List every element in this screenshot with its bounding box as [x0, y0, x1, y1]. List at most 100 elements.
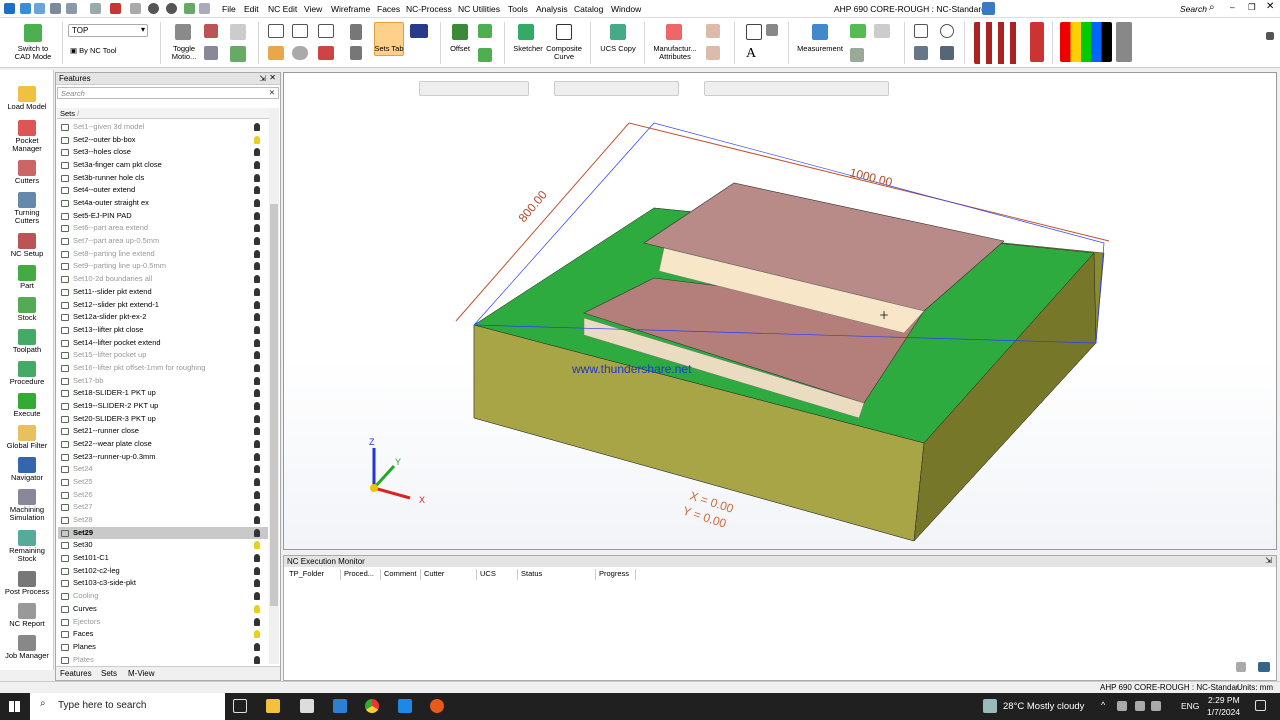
- tray-app-icon[interactable]: [1117, 701, 1127, 711]
- ruler-icon[interactable]: [766, 24, 778, 36]
- color-attr-icon[interactable]: [706, 24, 720, 38]
- set-row[interactable]: Planes: [58, 641, 268, 654]
- machining-simulation-button[interactable]: Machining Simulation: [0, 489, 54, 522]
- notification-icon[interactable]: [1255, 700, 1266, 711]
- features-scrollbar[interactable]: [269, 108, 279, 664]
- set-row[interactable]: Set10-2d boundaries all: [58, 273, 268, 286]
- set-row[interactable]: Cooling: [58, 590, 268, 603]
- search-icon[interactable]: ⌕: [1209, 2, 1215, 13]
- tray-chevron-icon[interactable]: ^: [1101, 700, 1105, 710]
- set-row[interactable]: Set17-bb: [58, 375, 268, 388]
- network-icon[interactable]: [1135, 701, 1145, 711]
- weather-text[interactable]: 28°C Mostly cloudy: [1003, 701, 1084, 712]
- tab-m-view[interactable]: M-View: [128, 669, 155, 678]
- toolpath-button[interactable]: Toolpath: [0, 329, 54, 354]
- minimize-icon[interactable]: –: [1230, 2, 1235, 12]
- features-search-input[interactable]: Search ✕: [57, 87, 279, 99]
- zoom-icon[interactable]: [940, 24, 954, 38]
- visibility-bulb-icon[interactable]: [254, 123, 260, 131]
- visibility-bulb-icon[interactable]: [254, 554, 260, 563]
- set-row[interactable]: Set16--lifter pkt offset-1mm for roughin…: [58, 362, 268, 375]
- nc-report-button[interactable]: NC Report: [0, 603, 54, 628]
- set-row[interactable]: Set13--lifter pkt close: [58, 324, 268, 337]
- volume-icon[interactable]: [1151, 701, 1161, 711]
- scroll-thumb[interactable]: [270, 204, 278, 606]
- switch-cad-button[interactable]: Switch to CAD Mode: [6, 45, 60, 61]
- visibility-bulb-icon[interactable]: [254, 478, 260, 487]
- menu-window[interactable]: Window: [611, 4, 641, 14]
- set-row[interactable]: Set9--parting line up-0.5mm: [58, 260, 268, 273]
- view-icon[interactable]: [66, 3, 77, 14]
- procedure-button[interactable]: Procedure: [0, 361, 54, 386]
- stop-icon[interactable]: [1236, 662, 1246, 672]
- 3d-viewport[interactable]: Z Y X 1000.00 800.00 www.thundershare.ne…: [283, 72, 1277, 550]
- set-row[interactable]: Set3a-finger cam pkt close: [58, 159, 268, 172]
- set-row[interactable]: Set3b-runner hole cls: [58, 172, 268, 185]
- clock-date[interactable]: 1/7/2024: [1207, 707, 1240, 717]
- visibility-bulb-icon[interactable]: [254, 401, 260, 410]
- zoom-area-icon[interactable]: [914, 24, 928, 38]
- visibility-bulb-icon[interactable]: [254, 592, 260, 601]
- rotate-icon[interactable]: [940, 46, 954, 60]
- settings-icon[interactable]: [318, 46, 334, 60]
- visibility-bulb-icon[interactable]: [254, 452, 260, 461]
- info-icon[interactable]: [292, 46, 308, 60]
- revolve-icon[interactable]: [478, 48, 492, 62]
- visibility-bulb-icon[interactable]: [254, 389, 260, 398]
- set-row[interactable]: Set12--slider pkt extend-1: [58, 299, 268, 312]
- color-palette[interactable]: [1060, 22, 1112, 62]
- menu-edit[interactable]: Edit: [244, 4, 259, 14]
- visibility-bulb-icon[interactable]: [254, 325, 260, 334]
- visibility-bulb-icon[interactable]: [254, 465, 260, 474]
- set-row[interactable]: Set20-SLIDER-3 PKT up: [58, 413, 268, 426]
- stock-button[interactable]: Stock: [0, 297, 54, 322]
- visibility-bulb-icon[interactable]: [254, 313, 260, 322]
- set-row[interactable]: Set26: [58, 489, 268, 502]
- print-icon[interactable]: [50, 3, 61, 14]
- visibility-bulb-icon[interactable]: [254, 642, 260, 651]
- mail-icon[interactable]: [333, 699, 347, 713]
- offset-button[interactable]: Offset: [446, 45, 474, 53]
- visibility-bulb-icon[interactable]: [254, 135, 260, 144]
- monitor-icon[interactable]: [318, 24, 334, 38]
- visibility-bulb-icon[interactable]: [254, 351, 260, 360]
- menu-nc-process[interactable]: NC-Process: [406, 4, 452, 14]
- menu-view[interactable]: View: [304, 4, 322, 14]
- restore-icon[interactable]: ❐: [1248, 2, 1256, 13]
- text-icon[interactable]: A: [746, 46, 762, 62]
- store-icon[interactable]: [300, 699, 314, 713]
- layer-icon[interactable]: [292, 24, 308, 38]
- menu-faces[interactable]: Faces: [377, 4, 400, 14]
- frame-icon[interactable]: [268, 24, 284, 38]
- composite-curve-button[interactable]: Composite Curve: [544, 45, 584, 61]
- visibility-bulb-icon[interactable]: [254, 211, 260, 220]
- grid-icon[interactable]: [90, 3, 101, 14]
- cimatron-icon[interactable]: [430, 699, 444, 713]
- visibility-bulb-icon[interactable]: [254, 617, 260, 626]
- task-view-icon[interactable]: [233, 699, 247, 713]
- visibility-bulb-icon[interactable]: [254, 376, 260, 385]
- set-row[interactable]: Set29: [58, 526, 268, 540]
- paint-icon[interactable]: [1030, 22, 1044, 62]
- menu-analysis[interactable]: Analysis: [536, 4, 568, 14]
- run-icon[interactable]: [1258, 662, 1270, 672]
- visibility-bulb-icon[interactable]: [254, 655, 260, 664]
- visibility-bulb-icon[interactable]: [254, 224, 260, 233]
- visibility-bulb-icon[interactable]: [254, 338, 260, 347]
- set-row[interactable]: Set1--given 3d model: [58, 121, 268, 134]
- set-row[interactable]: Set8--parting line extend: [58, 248, 268, 261]
- visibility-bulb-icon[interactable]: [254, 604, 260, 613]
- col-comment[interactable]: Comment: [381, 569, 421, 580]
- menu-nc-edit[interactable]: NC Edit: [268, 4, 297, 14]
- close-icon[interactable]: ✕: [1266, 1, 1274, 12]
- visibility-bulb-icon[interactable]: [254, 148, 260, 157]
- set-row[interactable]: Set3--holes close: [58, 146, 268, 159]
- curve-analysis-icon[interactable]: [850, 24, 866, 38]
- col-progress[interactable]: Progress: [596, 569, 636, 580]
- ribbon-expand-icon[interactable]: [1266, 32, 1274, 40]
- set-row[interactable]: Set11--slider pkt extend: [58, 286, 268, 299]
- language-indicator[interactable]: ENG: [1181, 701, 1199, 711]
- set-row[interactable]: Set18-SLIDER-1 PKT up: [58, 387, 268, 400]
- cutter-attr-icon[interactable]: [706, 46, 720, 60]
- visibility-bulb-icon[interactable]: [254, 440, 260, 448]
